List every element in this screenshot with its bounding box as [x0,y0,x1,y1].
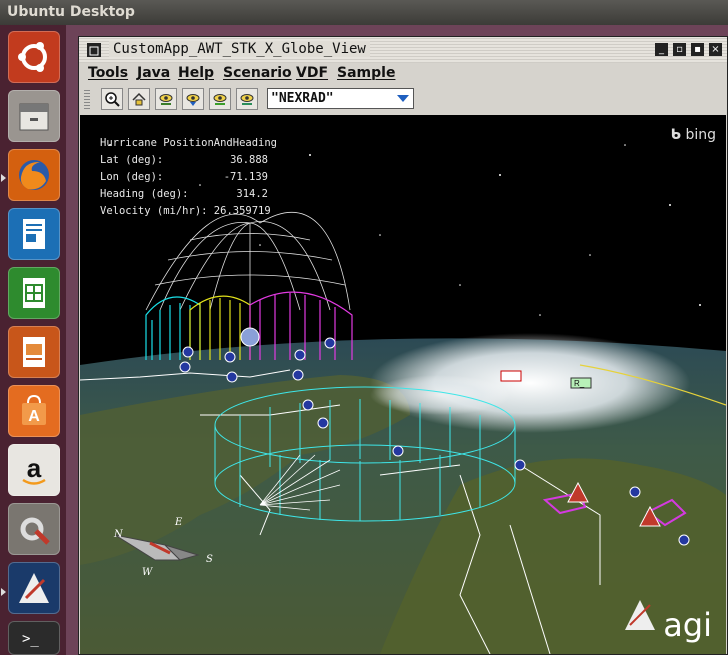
hud-heading-value: 314.2 [236,188,268,200]
amazon-icon[interactable]: a [8,444,60,496]
view-eye-icon-4[interactable] [236,88,258,110]
hud-velocity-label: Velocity (mi/hr): [100,205,208,217]
wire-dome [145,212,351,311]
bing-logo: ᑲ bing [671,127,716,143]
svg-text:a: a [27,453,42,483]
desktop-topbar: Ubuntu Desktop [0,0,728,25]
chevron-down-icon [397,95,409,102]
window-title: CustomApp_AWT_STK_X_Globe_View [109,41,370,57]
hurricane-hud: Hurricane PositionAndHeading Lat (deg): 3… [100,135,277,220]
cloud-band [370,375,510,415]
satellite-label: R_ [574,379,585,388]
toolbar: "NEXRAD" [79,85,727,113]
firefox-icon[interactable] [8,149,60,201]
app-window: CustomApp_AWT_STK_X_Globe_View _ ▫ ▪ × T… [78,36,728,655]
running-indicator [1,174,6,182]
view-combo-value: "NEXRAD" [271,91,334,106]
hud-title: Hurricane PositionAndHeading [100,137,278,149]
view-eye-icon-1[interactable] [155,88,177,110]
hud-lon-row: Lon (deg): -71.139 [100,169,277,186]
launcher: A a >_ [0,25,66,655]
menu-sample[interactable]: Sample [337,65,395,81]
hud-heading-label: Heading (deg): [100,188,189,200]
hud-lon-label: Lon (deg): [100,171,164,183]
bing-label: bing [685,127,716,143]
maximize-icon[interactable]: ▫ [673,43,686,56]
software-center-icon[interactable]: A [8,385,60,437]
svg-text:>_: >_ [22,631,39,647]
agi-logo: agi [663,606,712,644]
hud-lat-value: 36.888 [230,154,268,166]
stk-app-icon[interactable] [8,562,60,614]
view-eye-icon-3[interactable] [209,88,231,110]
zoom-icon[interactable] [101,88,123,110]
file-cabinet-icon[interactable] [8,90,60,142]
hud-heading-row: Heading (deg): 314.2 [100,186,277,203]
menu-scenario[interactable]: Scenario [223,65,292,81]
writer-icon[interactable] [8,208,60,260]
ubuntu-dash-icon[interactable] [8,31,60,83]
bing-b-icon: ᑲ [670,127,681,143]
hurricane-marker-icon [240,327,260,347]
running-indicator-stk [1,588,6,596]
impress-icon[interactable] [8,326,60,378]
menu-help[interactable]: Help [178,65,214,81]
desktop-title: Ubuntu Desktop [7,4,135,20]
menu-vdf[interactable]: VDF [296,65,328,81]
calc-icon[interactable] [8,267,60,319]
hud-velocity-row: Velocity (mi/hr): 26.359719 [100,203,277,220]
svg-text:A: A [28,408,40,425]
window-menu-icon[interactable] [87,43,101,57]
toolbar-grip[interactable] [84,89,90,109]
home-view-icon[interactable] [128,88,150,110]
compass-w: W [142,567,153,578]
compass-e: E [174,517,183,528]
menu-java[interactable]: Java [137,65,170,81]
globe-view[interactable]: R_ N E S W Hurricane PositionAndHeading … [80,115,726,654]
restore-icon[interactable]: ▪ [691,43,704,56]
menu-bar: Tools Java Help Scenario VDF Sample [79,63,727,85]
compass-n: N [113,529,124,540]
hud-velocity-value: 26.359719 [213,205,271,217]
view-combo[interactable]: "NEXRAD" [267,88,414,109]
hurricane-flag-icon [500,370,522,382]
terminal-icon[interactable]: >_ [8,621,60,655]
hud-lat-row: Lat (deg): 36.888 [100,152,277,169]
close-icon[interactable]: × [709,43,722,56]
agi-label: agi [663,606,712,644]
hud-lat-label: Lat (deg): [100,154,164,166]
system-settings-icon[interactable] [8,503,60,555]
compass-s: S [206,554,213,565]
hud-lon-value: -71.139 [223,171,268,183]
menu-tools[interactable]: Tools [88,65,128,81]
minimize-icon[interactable]: _ [655,43,668,56]
window-titlebar[interactable]: CustomApp_AWT_STK_X_Globe_View _ ▫ ▪ × [79,37,727,63]
view-eye-icon-2[interactable] [182,88,204,110]
